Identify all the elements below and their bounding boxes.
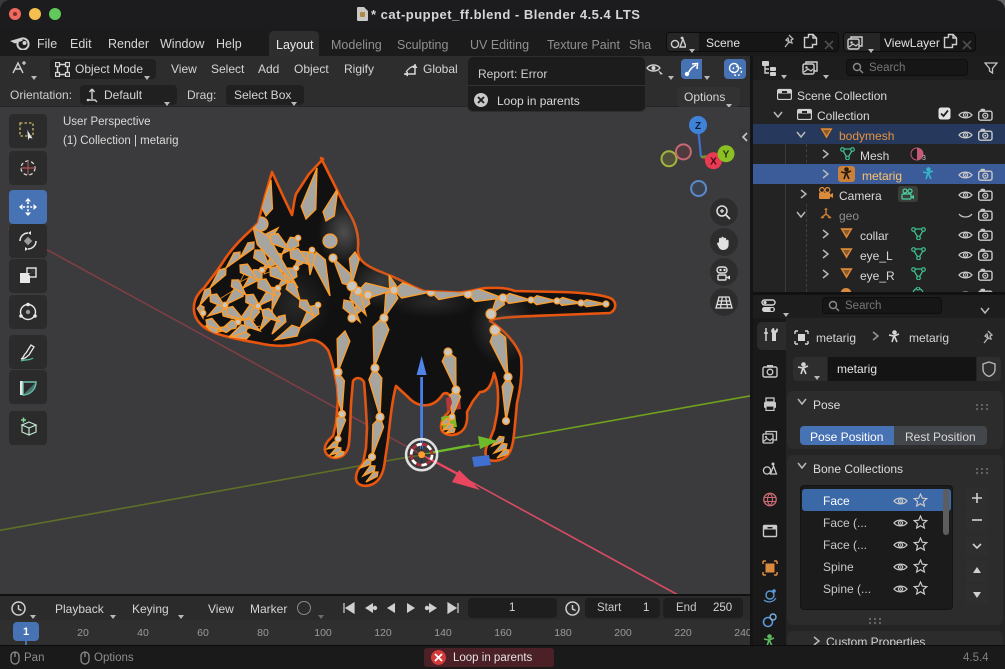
svg-text:Y: Y: [723, 150, 730, 161]
svg-text:X: X: [710, 157, 717, 168]
svg-text:Z: Z: [695, 121, 701, 132]
svg-text:3: 3: [922, 155, 926, 161]
